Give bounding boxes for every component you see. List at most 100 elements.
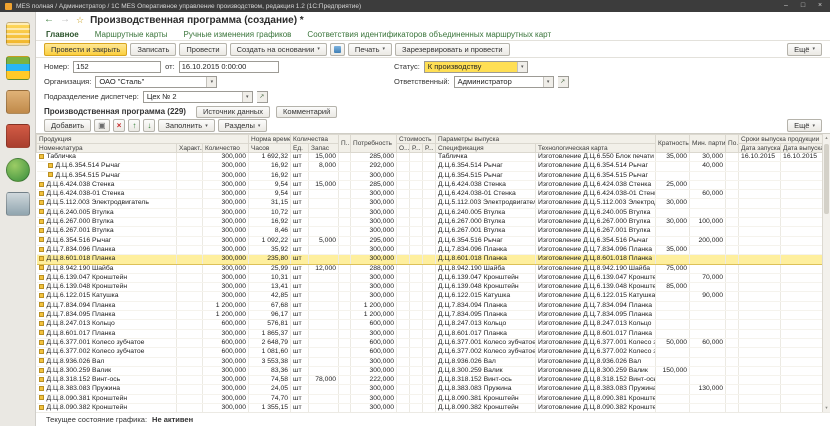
- forward-arrow-icon[interactable]: →: [60, 15, 70, 25]
- tab-route-map-id-mapping[interactable]: Соответствия идентификаторов объединенны…: [307, 30, 551, 39]
- open-link-icon[interactable]: ↗: [257, 91, 268, 103]
- column-header[interactable]: Сроки выпуска продукции: [739, 135, 823, 144]
- scroll-up-icon[interactable]: ▲: [823, 134, 830, 142]
- table-row[interactable]: Д.Ц.6.267.001 Втулка300,0008,46шт300,000…: [37, 227, 823, 236]
- minimize-button[interactable]: –: [781, 1, 791, 11]
- catalog-stack-icon[interactable]: [6, 56, 30, 80]
- table-row[interactable]: Д.Ц.6.122.015 Катушка300,00042,85шт300,0…: [37, 292, 823, 301]
- column-header[interactable]: Р...: [410, 144, 423, 153]
- table-row[interactable]: Д.Ц.6.354.515 Рычаг300,00016,92шт300,000…: [37, 171, 823, 180]
- column-header[interactable]: Количества: [291, 135, 339, 144]
- copy-row-button[interactable]: ▣: [94, 119, 110, 132]
- chevron-down-icon[interactable]: ▾: [206, 77, 216, 87]
- move-up-button[interactable]: ↑: [128, 119, 140, 132]
- table-row[interactable]: Д.Ц.6.377.002 Колесо зубчатое600,0001 08…: [37, 348, 823, 357]
- chevron-down-icon[interactable]: ▾: [517, 62, 527, 72]
- table-row[interactable]: Д.Ц.8.300.259 Валик300,00083,36шт300,000…: [37, 366, 823, 375]
- table-more-button[interactable]: Ещё▾: [787, 119, 822, 132]
- fill-button[interactable]: Заполнить▾: [158, 119, 214, 132]
- column-header[interactable]: Номенклатура: [37, 144, 177, 153]
- reports-button[interactable]: [330, 43, 345, 56]
- sections-button[interactable]: Разделы▾: [218, 119, 268, 132]
- move-down-button[interactable]: ↓: [143, 119, 155, 132]
- table-row[interactable]: Д.Ц.6.424.038-01 Стенка300,0009,54шт300,…: [37, 190, 823, 199]
- table-row[interactable]: Д.Ц.8.936.026 Вал300,0003 553,38шт300,00…: [37, 357, 823, 366]
- scroll-down-icon[interactable]: ▼: [823, 404, 830, 412]
- comment-button[interactable]: Комментарий: [276, 106, 337, 118]
- delete-row-button[interactable]: ×: [113, 119, 126, 132]
- organization-combo[interactable]: ОАО "Сталь" ▾: [95, 76, 217, 88]
- data-source-button[interactable]: Источник данных: [196, 106, 270, 118]
- post-and-close-button[interactable]: Провести и закрыть: [44, 43, 127, 56]
- reserve-and-post-button[interactable]: Зарезервировать и провести: [395, 43, 510, 56]
- open-link-icon[interactable]: ↗: [558, 76, 569, 88]
- table-row[interactable]: Д.Ц.6.139.047 Кронштейн300,00010,31шт300…: [37, 273, 823, 282]
- table-row[interactable]: Табличка300,0001 692,32шт15,000285,000Та…: [37, 153, 823, 162]
- number-input[interactable]: [73, 61, 161, 73]
- column-header[interactable]: Дата выпуска: [781, 144, 823, 153]
- table-row[interactable]: Д.Ц.6.377.001 Колесо зубчатое600,0002 64…: [37, 338, 823, 347]
- table-row[interactable]: Д.Ц.8.247.013 Кольцо600,000576,81шт600,0…: [37, 320, 823, 329]
- column-header[interactable]: По...: [726, 135, 739, 153]
- column-header[interactable]: Технологическая карта: [536, 144, 656, 153]
- column-header[interactable]: Кратность: [656, 135, 690, 153]
- vertical-scrollbar[interactable]: ▲ ▼: [822, 134, 830, 412]
- column-header[interactable]: Норма времени: [249, 135, 291, 144]
- chevron-down-icon[interactable]: ▾: [242, 92, 252, 102]
- column-header[interactable]: Мин. партия: [690, 135, 726, 153]
- column-header[interactable]: Продукция: [37, 135, 249, 144]
- save-button[interactable]: Записать: [130, 43, 176, 56]
- column-header[interactable]: Часов: [249, 144, 291, 153]
- create-based-on-button[interactable]: Создать на основании▾: [230, 43, 327, 56]
- scroll-thumb[interactable]: [824, 144, 829, 214]
- close-button[interactable]: ×: [815, 1, 825, 11]
- table-row[interactable]: Д.Ц.5.112.003 Электродвигатель300,00031,…: [37, 199, 823, 208]
- maximize-button[interactable]: □: [798, 1, 808, 11]
- table-row[interactable]: Д.Ц.8.090.381 Кронштейн300,00074,70шт300…: [37, 394, 823, 403]
- column-header[interactable]: Ед.: [291, 144, 309, 153]
- column-header[interactable]: Параметры выпуска: [436, 135, 656, 144]
- table-row[interactable]: Д.Ц.8.942.190 Шайба300,00025,99шт12,0002…: [37, 264, 823, 273]
- column-header[interactable]: П...: [339, 135, 351, 153]
- responsible-combo[interactable]: Администратор ▾: [454, 76, 554, 88]
- table-row[interactable]: Д.Ц.6.424.038 Стенка300,0009,54шт15,0002…: [37, 180, 823, 189]
- column-header[interactable]: Дата запуска: [739, 144, 781, 153]
- printer-icon[interactable]: [6, 192, 30, 216]
- box-icon[interactable]: [6, 90, 30, 114]
- date-input[interactable]: [179, 61, 279, 73]
- column-header[interactable]: Запас: [309, 144, 339, 153]
- status-combo[interactable]: К производству ▾: [424, 61, 528, 73]
- table-row[interactable]: Д.Ц.6.139.048 Кронштейн300,00013,41шт300…: [37, 283, 823, 292]
- more-button[interactable]: Ещё▾: [787, 43, 822, 56]
- table-row[interactable]: Д.Ц.6.267.000 Втулка300,00016,92шт300,00…: [37, 218, 823, 227]
- globe-icon[interactable]: [6, 158, 30, 182]
- book-icon[interactable]: [6, 124, 30, 148]
- column-header[interactable]: Характ...: [177, 144, 203, 153]
- table-row[interactable]: Д.Ц.7.834.094 Планка1 200,00067,68шт1 20…: [37, 301, 823, 310]
- add-row-button[interactable]: Добавить: [44, 119, 91, 132]
- column-header[interactable]: Стоимость: [397, 135, 436, 144]
- favorites-star-icon[interactable]: ☆: [76, 15, 84, 26]
- column-header[interactable]: Спецификация: [436, 144, 536, 153]
- department-combo[interactable]: Цех № 2 ▾: [143, 91, 253, 103]
- tab-main[interactable]: Главное: [46, 30, 79, 39]
- table-row[interactable]: Д.Ц.8.601.017 Планка300,0001 865,37шт300…: [37, 329, 823, 338]
- table-row[interactable]: Д.Ц.7.834.095 Планка1 200,00096,17шт1 20…: [37, 311, 823, 320]
- column-header[interactable]: О...: [397, 144, 410, 153]
- table-row[interactable]: Д.Ц.6.240.005 Втулка300,00010,72шт300,00…: [37, 208, 823, 217]
- back-arrow-icon[interactable]: ←: [44, 15, 54, 25]
- notebook-icon[interactable]: [6, 22, 30, 46]
- chevron-down-icon[interactable]: ▾: [543, 77, 553, 87]
- tab-manual-graph-changes[interactable]: Ручные изменения графиков: [184, 30, 292, 39]
- table-row[interactable]: Д.Ц.8.601.018 Планка300,000235,80шт300,0…: [37, 255, 823, 264]
- table-row[interactable]: Д.Ц.8.090.382 Кронштейн300,0001 355,15шт…: [37, 404, 823, 412]
- column-header[interactable]: Потребность: [351, 135, 397, 153]
- tab-route-maps[interactable]: Маршрутные карты: [95, 30, 168, 39]
- post-button[interactable]: Провести: [179, 43, 226, 56]
- table-row[interactable]: Д.Ц.8.318.152 Винт-ось300,00074,58шт78,0…: [37, 376, 823, 385]
- table-row[interactable]: Д.Ц.6.354.514 Рычаг300,00016,92шт8,00029…: [37, 162, 823, 171]
- table-row[interactable]: Д.Ц.7.834.096 Планка300,00035,92шт300,00…: [37, 245, 823, 254]
- table-row[interactable]: Д.Ц.6.354.516 Рычаг300,0001 092,22шт5,00…: [37, 236, 823, 245]
- print-button[interactable]: Печать▾: [348, 43, 392, 56]
- column-header[interactable]: Р...: [423, 144, 436, 153]
